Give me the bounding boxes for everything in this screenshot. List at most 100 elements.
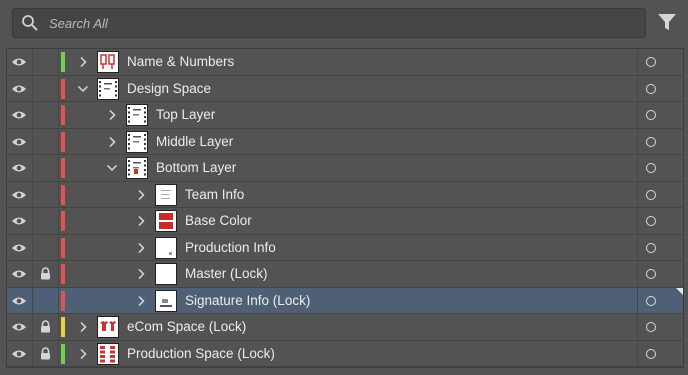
- target-circle-icon[interactable]: [646, 83, 656, 94]
- chevron-right-icon[interactable]: [135, 267, 147, 281]
- eye-icon: [12, 297, 26, 304]
- visibility-toggle[interactable]: [7, 75, 33, 101]
- visibility-toggle[interactable]: [7, 128, 33, 154]
- eye-icon: [12, 350, 26, 357]
- layer-row[interactable]: Middle Layer: [7, 128, 683, 155]
- layer-name: Production Info: [185, 239, 276, 255]
- layer-color-strip: [61, 290, 65, 311]
- target-circle-icon[interactable]: [646, 322, 656, 332]
- target-circle-icon[interactable]: [646, 136, 656, 147]
- selection-corner-icon: [676, 287, 683, 295]
- layer-thumbnail: [126, 130, 148, 153]
- lock-toggle[interactable]: [33, 261, 59, 287]
- target-circle-icon[interactable]: [646, 163, 656, 173]
- layer-row[interactable]: Base Color: [7, 208, 683, 235]
- eye-icon: [12, 138, 26, 145]
- visibility-toggle[interactable]: [7, 102, 33, 128]
- target-circle-icon[interactable]: [646, 269, 656, 279]
- layer-row[interactable]: Team Info: [7, 181, 683, 208]
- lock-toggle[interactable]: [33, 128, 59, 154]
- lock-toggle[interactable]: [33, 155, 59, 181]
- visibility-toggle[interactable]: [7, 181, 33, 207]
- layer-name: Team Info: [185, 186, 245, 202]
- layer-color-strip: [61, 158, 65, 178]
- layer-name: eCom Space (Lock): [127, 319, 247, 334]
- search-bar: [0, 0, 688, 48]
- chevron-down-icon[interactable]: [106, 161, 118, 175]
- layer-thumbnail: [97, 51, 119, 73]
- lock-toggle[interactable]: [33, 181, 59, 207]
- visibility-toggle[interactable]: [7, 340, 33, 366]
- target-circle-icon[interactable]: [646, 189, 656, 200]
- layer-color-strip: [61, 131, 65, 152]
- layer-row[interactable]: Master (Lock): [7, 261, 683, 288]
- layer-thumbnail: [97, 342, 119, 365]
- chevron-right-icon[interactable]: [135, 241, 147, 255]
- layer-thumbnail: [97, 77, 119, 100]
- layer-color-strip: [61, 105, 65, 125]
- chevron-right-icon[interactable]: [135, 294, 147, 308]
- layer-color-strip: [61, 78, 65, 99]
- lock-toggle[interactable]: [33, 314, 59, 340]
- visibility-toggle[interactable]: [7, 208, 33, 234]
- layer-thumbnail: [126, 104, 148, 126]
- lock-toggle[interactable]: [33, 102, 59, 128]
- layer-row[interactable]: Name & Numbers: [7, 49, 683, 76]
- target-circle-icon[interactable]: [646, 57, 656, 67]
- lock-icon: [41, 346, 50, 359]
- lock-toggle[interactable]: [33, 49, 59, 75]
- eye-icon: [12, 191, 26, 198]
- layer-color-strip: [61, 264, 65, 284]
- visibility-toggle[interactable]: [7, 287, 33, 313]
- chevron-right-icon[interactable]: [106, 135, 118, 149]
- column-divider: [637, 102, 638, 128]
- layer-row[interactable]: Top Layer: [7, 102, 683, 129]
- chevron-right-icon[interactable]: [77, 320, 89, 334]
- layer-row[interactable]: Design Space: [7, 75, 683, 102]
- layer-name: Design Space: [127, 80, 212, 96]
- chevron-down-icon[interactable]: [77, 82, 89, 96]
- visibility-toggle[interactable]: [7, 261, 33, 287]
- column-divider: [637, 261, 638, 287]
- layer-row[interactable]: Signature Info (Lock): [7, 287, 683, 314]
- chevron-right-icon[interactable]: [135, 214, 147, 228]
- search-box[interactable]: [12, 8, 646, 38]
- visibility-toggle[interactable]: [7, 314, 33, 340]
- lock-toggle[interactable]: [33, 208, 59, 234]
- lock-toggle[interactable]: [33, 75, 59, 101]
- layer-row[interactable]: Production Info: [7, 234, 683, 261]
- layer-thumbnail: [126, 157, 148, 179]
- eye-icon: [12, 58, 26, 66]
- layer-row[interactable]: Production Space (Lock): [7, 340, 683, 367]
- target-circle-icon[interactable]: [646, 216, 656, 226]
- eye-icon: [12, 111, 26, 119]
- eye-icon: [12, 164, 26, 172]
- target-circle-icon[interactable]: [646, 348, 656, 359]
- layer-name: Bottom Layer: [156, 160, 237, 175]
- search-input[interactable]: [49, 11, 629, 35]
- column-divider: [637, 75, 638, 101]
- visibility-toggle[interactable]: [7, 155, 33, 181]
- chevron-right-icon[interactable]: [135, 188, 147, 202]
- lock-icon: [41, 320, 50, 333]
- lock-icon: [41, 267, 50, 280]
- filter-icon[interactable]: [656, 11, 678, 33]
- chevron-right-icon[interactable]: [106, 108, 118, 122]
- target-circle-icon[interactable]: [646, 295, 656, 306]
- target-circle-icon[interactable]: [646, 242, 656, 253]
- lock-toggle[interactable]: [33, 340, 59, 366]
- lock-toggle[interactable]: [33, 287, 59, 313]
- chevron-right-icon[interactable]: [77, 347, 89, 361]
- visibility-toggle[interactable]: [7, 49, 33, 75]
- visibility-toggle[interactable]: [7, 234, 33, 260]
- eye-icon: [12, 85, 26, 92]
- target-circle-icon[interactable]: [646, 110, 656, 120]
- layer-thumbnail: [155, 289, 177, 312]
- column-divider: [637, 181, 638, 207]
- chevron-right-icon[interactable]: [77, 55, 89, 69]
- layer-row[interactable]: eCom Space (Lock): [7, 314, 683, 341]
- layer-row[interactable]: Bottom Layer: [7, 155, 683, 182]
- lock-toggle[interactable]: [33, 234, 59, 260]
- layer-thumbnail: [155, 263, 177, 285]
- column-divider: [637, 287, 638, 313]
